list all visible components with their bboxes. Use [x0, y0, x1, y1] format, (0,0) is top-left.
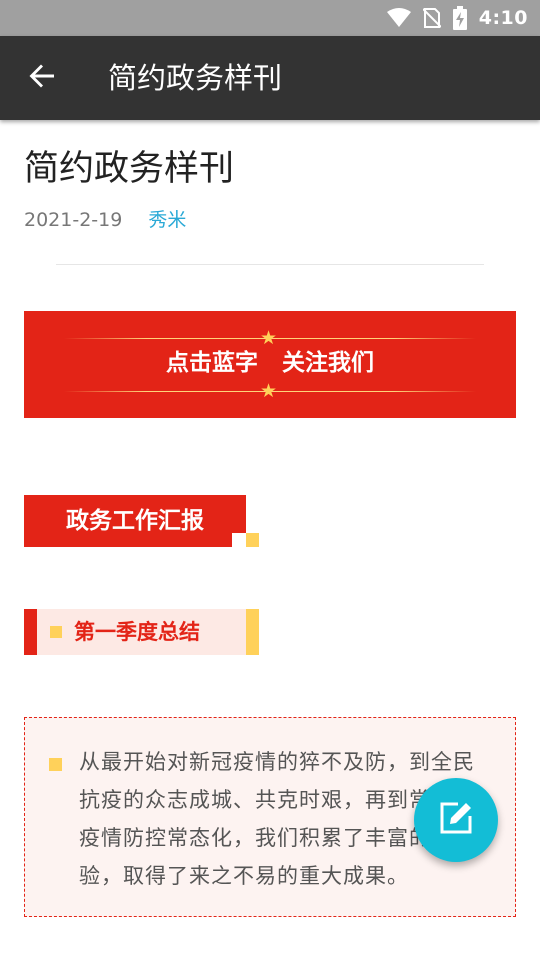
- section-heading: 政务工作汇报: [24, 495, 246, 547]
- wifi-icon: [386, 8, 411, 28]
- corner-decoration-yellow: [246, 533, 259, 547]
- subheading-bar-left: [24, 609, 37, 655]
- subheading-bar-right: [246, 609, 259, 655]
- article-author-link[interactable]: 秀米: [148, 206, 186, 234]
- section-heading-text: 政务工作汇报: [66, 508, 204, 534]
- follow-banner[interactable]: ★ 点击蓝字 关注我们 ★: [24, 311, 516, 418]
- banner-text: 点击蓝字 关注我们: [165, 350, 375, 376]
- status-bar: 4:10: [0, 0, 540, 36]
- toolbar: 简约政务样刊: [0, 36, 540, 120]
- star-icon: ★: [260, 327, 278, 349]
- back-button[interactable]: [14, 50, 70, 106]
- corner-decoration-white: [232, 533, 246, 547]
- subheading-text: 第一季度总结: [74, 620, 200, 644]
- star-icon: ★: [260, 380, 278, 402]
- no-sim-icon: [422, 7, 441, 29]
- status-icons: 4:10: [386, 0, 528, 36]
- article-date: 2021-2-19: [24, 209, 123, 231]
- square-bullet-icon: [50, 626, 62, 638]
- article-meta: 2021-2-19 秀米: [24, 206, 186, 234]
- divider: [56, 264, 484, 265]
- arrow-back-icon: [28, 62, 56, 94]
- edit-icon: [438, 800, 474, 840]
- toolbar-title: 简约政务样刊: [108, 61, 283, 95]
- battery-charging-icon: [452, 6, 467, 30]
- square-bullet-icon: [49, 758, 62, 771]
- subheading: 第一季度总结: [24, 609, 259, 655]
- edit-fab-button[interactable]: [414, 778, 498, 862]
- status-time: 4:10: [478, 7, 528, 29]
- article-title: 简约政务样刊: [24, 149, 235, 189]
